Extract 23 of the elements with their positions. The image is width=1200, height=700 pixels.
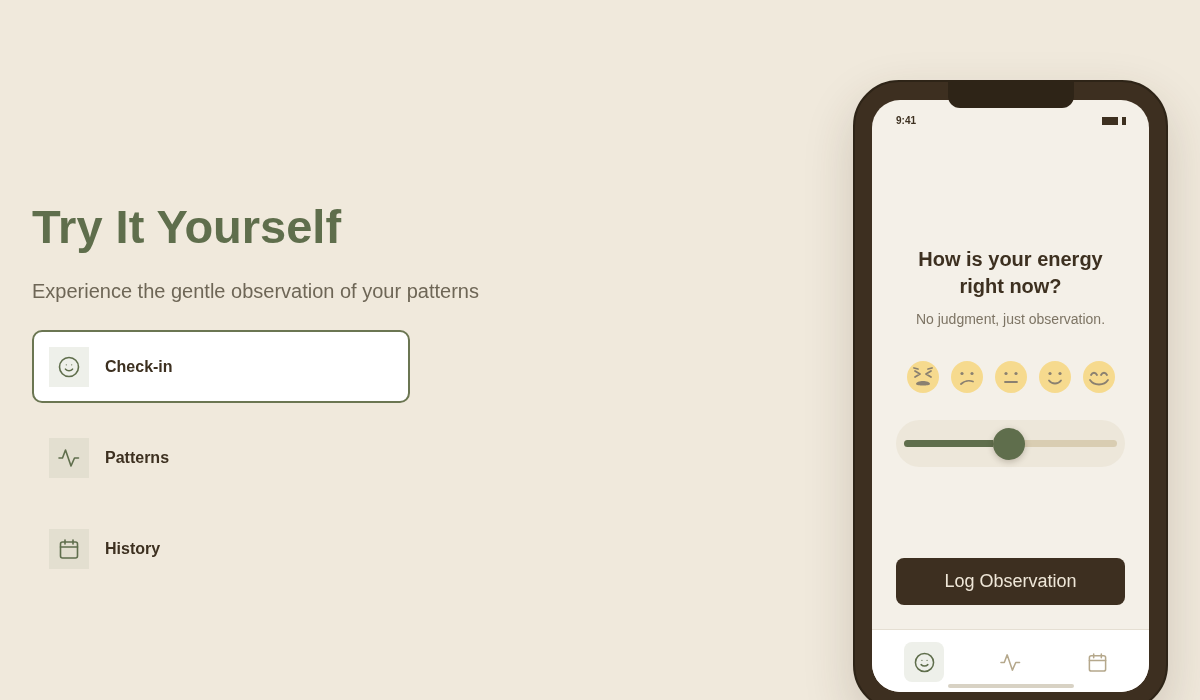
question-text: How is your energy right now?	[917, 247, 1104, 299]
tab-bar-tab[interactable]	[904, 642, 944, 682]
neutral-face-icon	[994, 361, 1027, 393]
feature-tab[interactable]: Check-in	[32, 330, 410, 403]
calendar-icon	[1086, 651, 1108, 673]
section-subtitle: Experience the gentle observation of your patterns	[32, 279, 480, 303]
pulse-icon	[49, 437, 89, 478]
status-time: 9:41	[896, 114, 916, 127]
section-title: Try It Yourself	[32, 199, 343, 255]
pulse-icon	[1000, 651, 1021, 673]
grinning-face-icon	[1082, 361, 1115, 393]
smiley-icon	[913, 651, 935, 673]
log-observation-button[interactable]: Log Observation	[896, 558, 1125, 605]
energy-slider-thumb[interactable]	[993, 427, 1026, 460]
smiling-face-icon	[1038, 361, 1071, 393]
feature-tab[interactable]: Patterns	[32, 421, 410, 494]
battery-icon	[1102, 116, 1126, 125]
confused-face-icon	[950, 361, 983, 393]
smiley-icon	[49, 346, 89, 387]
tired-face-icon	[906, 361, 939, 393]
feature-tab[interactable]: History	[32, 512, 410, 585]
calendar-icon	[49, 528, 89, 569]
hint-text: No judgment, just observation.	[915, 310, 1106, 328]
